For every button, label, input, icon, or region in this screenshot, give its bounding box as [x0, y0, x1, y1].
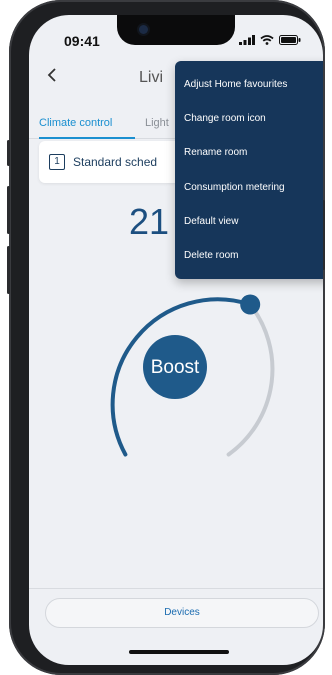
menu-item-rename-room[interactable]: Rename room [184, 147, 247, 158]
room-options-menu: Adjust Home favourites Change room icon … [175, 61, 323, 279]
dial-track-inactive [226, 302, 275, 457]
mute-switch [7, 140, 10, 166]
wifi-icon [260, 35, 274, 45]
signal-icon [239, 35, 255, 45]
page-title: Livi [139, 69, 164, 86]
temperature-value: 21 [129, 201, 170, 242]
menu-item-consumption-metering[interactable]: Consumption metering [184, 182, 285, 193]
schedule-number-badge: 1 [49, 154, 65, 170]
chevron-left-icon [47, 68, 56, 82]
boost-button[interactable]: Boost [143, 335, 207, 399]
menu-item-change-room-icon[interactable]: Change room icon [184, 113, 266, 124]
home-indicator [129, 650, 229, 654]
schedule-label: Standard sched [73, 155, 158, 169]
menu-item-adjust-home-favourites[interactable]: Adjust Home favourites [184, 79, 287, 90]
status-time: 09:41 [64, 33, 100, 49]
back-button[interactable] [46, 67, 58, 88]
active-tab-indicator [39, 137, 135, 139]
battery-icon [279, 35, 301, 45]
footer-divider [29, 588, 323, 589]
notch [117, 15, 235, 45]
camera [139, 25, 148, 34]
devices-button[interactable]: Devices [45, 598, 319, 628]
tab-light[interactable]: Light [145, 117, 169, 129]
status-icons [239, 35, 301, 45]
menu-item-delete-room[interactable]: Delete room [184, 250, 238, 261]
volume-down-button [7, 246, 10, 294]
app-screen: 09:41 Livi Climate control Light 1 Stand… [29, 15, 323, 665]
dial-handle [240, 294, 261, 315]
tab-climate-control[interactable]: Climate control [39, 117, 112, 129]
volume-up-button [7, 186, 10, 234]
menu-item-default-view[interactable]: Default view [184, 216, 238, 227]
